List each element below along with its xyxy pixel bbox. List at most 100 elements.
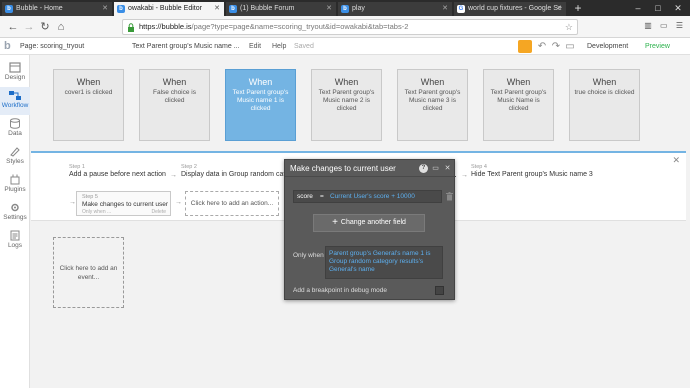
field-assignment-row[interactable]: score = Current User's score + 10000 [293,190,453,203]
notification-icon[interactable] [518,40,532,53]
only-when-condition[interactable]: Parent group's General's name 1 is Group… [325,246,443,279]
event-card[interactable]: When Text Parent group's Music name 3 is… [397,69,468,141]
home-icon[interactable]: ⌂ [54,20,68,34]
saved-status: Saved [294,43,314,50]
new-tab-button[interactable]: + [568,0,588,16]
bubble-favicon-icon: b [229,5,237,13]
reload-icon[interactable]: ↻ [38,20,52,34]
browser-tab-bar: b Bubble - Home ✕ b owakabi - Bubble Edi… [0,0,690,16]
sidebar-item-plugins[interactable]: Plugins [0,171,30,199]
close-icon[interactable]: ✕ [442,2,448,16]
trash-icon[interactable] [446,192,453,201]
equals-sign: = [320,193,324,200]
bubble-logo-icon[interactable]: b [4,40,16,52]
lock-icon [128,23,134,32]
workflow-step-1[interactable]: Step 1 Add a pause before next action [69,164,169,178]
settings-icon [11,203,19,212]
workflow-step-4[interactable]: Step 4 Hide Text Parent group's Music na… [471,164,621,178]
arrow-right-icon: → [461,172,468,179]
comment-icon[interactable]: ▭ [431,164,440,173]
breakpoint-label: Add a breakpoint in debug mode [293,287,387,294]
environment-selector[interactable]: Development [587,41,628,52]
sidebar-item-logs[interactable]: Logs [0,227,30,255]
maximize-icon[interactable]: □ [648,0,668,16]
tab-bubble-forum[interactable]: b (1) Bubble Forum ✕ [226,2,336,16]
only-when-link[interactable]: Only when ... [82,209,111,215]
arrow-right-icon: → [69,199,76,206]
tab-play[interactable]: b play ✕ [338,2,452,16]
add-event-button[interactable]: Click here to add an event... [53,237,124,308]
back-icon[interactable]: ← [6,20,20,34]
workflow-step-2[interactable]: Step 2 Display data in Group random cate… [181,164,284,178]
logs-icon [10,230,20,241]
document-icon[interactable]: ▭ [564,40,576,53]
event-card[interactable]: When cover1 is clicked [53,69,124,141]
element-selector[interactable]: Text Parent group's Music name ... [132,41,240,52]
browser-toolbar-icons[interactable]: ▥ ▭ ☰ [644,21,686,30]
delete-step-link[interactable]: Delete [152,209,166,215]
only-when-label: Only when [293,252,324,259]
tab-bubble-home[interactable]: b Bubble - Home ✕ [2,2,112,16]
bookmark-star-icon[interactable]: ☆ [565,20,573,34]
event-card[interactable]: When Text Parent group's Music name 2 is… [311,69,382,141]
sidebar-item-workflow[interactable]: Workflow [0,87,30,115]
design-icon [9,62,21,73]
plugins-icon [10,174,20,185]
url-text: https://bubble.is/page?type=page&name=sc… [139,22,409,31]
close-icon[interactable]: ✕ [326,2,332,16]
bubble-favicon-icon: b [341,5,349,13]
page-selector[interactable]: Page: scoring_tryout [20,41,98,52]
address-bar[interactable]: https://bubble.is/page?type=page&name=sc… [122,19,578,35]
undo-icon[interactable]: ↶ [536,40,548,53]
redo-icon[interactable]: ↷ [550,40,562,53]
workflow-step-5[interactable]: Step 5 Make changes to current user Only… [76,191,171,216]
editor-top-bar: b Page: scoring_tryout Text Parent group… [0,38,690,55]
event-card[interactable]: When False choice is clicked [139,69,210,141]
tab-title: owakabi - Bubble Editor [128,5,202,12]
event-card[interactable]: When Text Parent group's Music Name is c… [483,69,554,141]
sidebar-item-data[interactable]: Data [0,115,30,143]
close-panel-icon[interactable]: ✕ [672,155,680,166]
event-card[interactable]: When true choice is clicked [569,69,640,141]
bubble-favicon-icon: b [117,5,125,13]
close-icon[interactable]: ✕ [443,164,452,173]
tab-title: play [352,5,365,12]
data-icon [10,118,20,129]
add-action-button[interactable]: Click here to add an action... [185,191,279,216]
tab-title: (1) Bubble Forum [240,5,295,12]
google-favicon-icon: G [457,5,465,13]
dialog-header: Make changes to current user ? ▭ ✕ [285,160,456,177]
forward-icon[interactable]: → [22,20,36,34]
styles-icon [10,147,20,157]
bubble-favicon-icon: b [5,5,13,13]
arrow-right-icon: → [170,172,177,179]
event-card-selected[interactable]: When Text Parent group's Music name 1 is… [225,69,296,141]
dialog-title: Make changes to current user [290,164,396,173]
help-icon[interactable]: ? [419,164,428,173]
make-changes-dialog: Make changes to current user ? ▭ ✕ score… [284,159,456,300]
plus-icon: + [332,217,338,228]
browser-nav-bar: ← → ↻ ⌂ https://bubble.is/page?type=page… [0,16,690,38]
sidebar-item-settings[interactable]: Settings [0,199,30,227]
workflow-icon [9,91,21,100]
tab-bubble-editor[interactable]: b owakabi - Bubble Editor ✕ [114,2,224,16]
tab-title: Bubble - Home [16,5,63,12]
change-another-field-button[interactable]: + Change another field [313,214,425,232]
close-icon[interactable]: ✕ [556,2,562,16]
breakpoint-checkbox[interactable] [435,286,444,295]
sidebar-item-design[interactable]: Design [0,59,30,87]
close-icon[interactable]: ✕ [214,2,220,16]
sidebar-item-styles[interactable]: Styles [0,143,30,171]
minimize-icon[interactable]: – [628,0,648,16]
help-menu[interactable]: Help [272,41,286,52]
close-icon[interactable]: ✕ [102,2,108,16]
editor-sidebar: Design Workflow Data Styles Plugins Sett… [0,55,30,388]
tab-google-search[interactable]: G world cup fixtures - Google Se ✕ [454,2,566,16]
edit-menu[interactable]: Edit [249,41,261,52]
field-value-expression[interactable]: Current User's score + 10000 [330,193,415,200]
window-close-icon[interactable]: ✕ [668,0,688,16]
arrow-right-icon: → [175,199,182,206]
field-name[interactable]: score [297,193,313,200]
tab-title: world cup fixtures - Google Se [468,5,562,12]
preview-button[interactable]: Preview [645,41,670,52]
